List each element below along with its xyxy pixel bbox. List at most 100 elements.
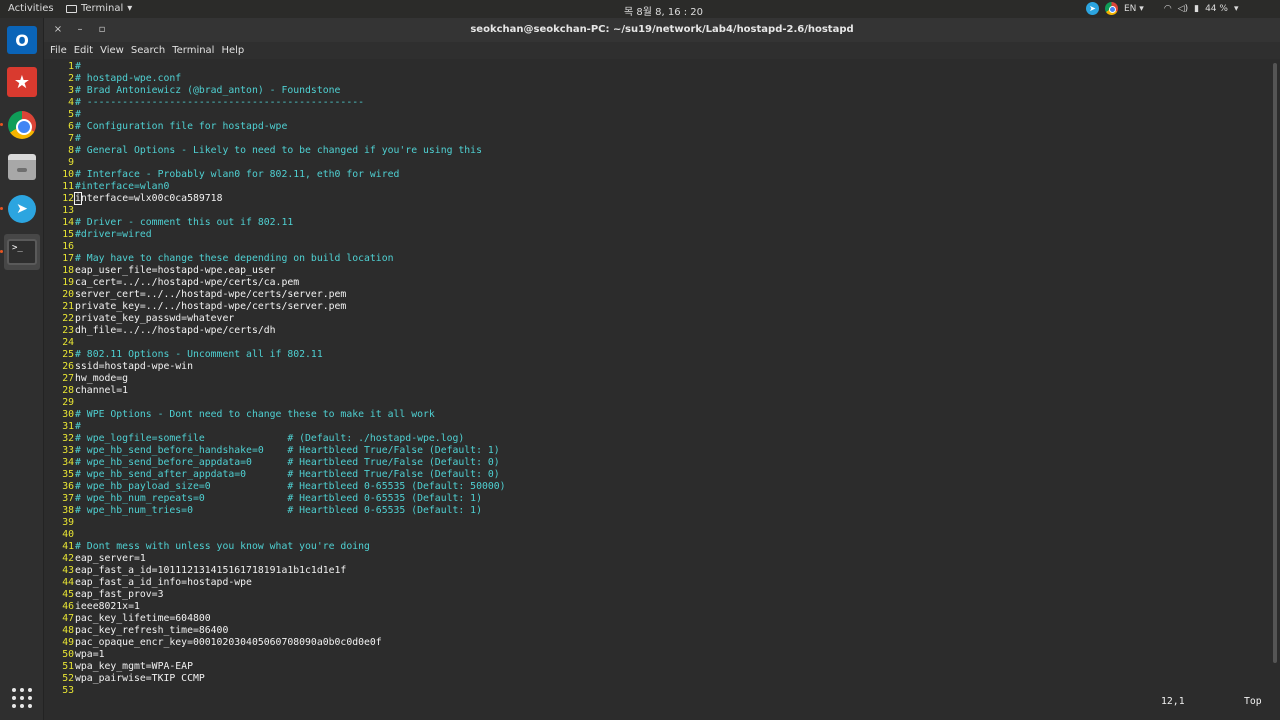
editor-line: 49pac_opaque_encr_key=000102030405060708… [52,637,506,649]
editor-line: 52wpa_pairwise=TKIP CCMP [52,673,506,685]
menu-view[interactable]: View [100,42,129,59]
telegram-tray-icon[interactable]: ➤ [1086,2,1099,15]
app-menu-label: Terminal [81,3,124,14]
comment-text: #driver=wired [75,229,152,240]
menu-file[interactable]: File [50,42,72,59]
config-text: dh_file=../../hostapd-wpe/certs/dh [75,325,276,336]
line-number: 3 [68,85,74,96]
wifi-icon[interactable]: ◠ [1164,4,1172,14]
line-number: 14 [62,217,74,228]
comment-text: # [75,61,81,72]
config-text: ieee8021x=1 [75,601,140,612]
menu-terminal[interactable]: Terminal [172,42,219,59]
line-number: 19 [62,277,74,288]
line-number: 27 [62,373,74,384]
show-applications-button[interactable] [4,680,40,716]
line-number: 34 [62,457,74,468]
comment-text: # WPE Options - Dont need to change thes… [75,409,435,420]
config-text: eap_fast_a_id=101112131415161718191a1b1c… [75,565,347,576]
line-number: 20 [62,289,74,300]
comment-text: # Driver - comment this out if 802.11 [75,217,294,228]
maximize-window-button[interactable]: ▫ [94,22,110,38]
scroll-position: Top [1244,696,1262,707]
menu-help[interactable]: Help [221,42,249,59]
activities-button[interactable]: Activities [8,3,54,14]
line-number: 15 [62,229,74,240]
language-label: EN [1124,3,1137,14]
battery-icon[interactable]: ▮ [1194,4,1199,14]
dock-item-chrome[interactable] [0,107,40,143]
app-menu[interactable]: Terminal ▾ [66,3,132,14]
power-menu-icon[interactable]: ▾ [1234,4,1239,14]
editor-line: 21private_key=../../hostapd-wpe/certs/se… [52,301,506,313]
editor-line: 24 [52,337,506,349]
editor-line: 37# wpe_hb_num_repeats=0 # Heartbleed 0-… [52,493,506,505]
comment-text: # [75,109,81,120]
language-indicator[interactable]: EN ▾ [1124,4,1144,14]
running-indicator [0,207,3,210]
line-number: 10 [62,169,74,180]
config-text: eap_server=1 [75,553,146,564]
config-text: eap_user_file=hostapd-wpe.eap_user [75,265,276,276]
minimize-window-button[interactable]: – [72,22,88,38]
chrome-tray-icon[interactable] [1105,2,1118,15]
dock-item-terminal[interactable]: >_ [0,234,40,270]
line-number: 33 [62,445,74,456]
chrome-icon [8,111,36,139]
battery-percent[interactable]: 44 % [1205,4,1228,14]
editor-line: 35# wpe_hb_send_after_appdata=0 # Heartb… [52,469,506,481]
editor-line: 40 [52,529,506,541]
system-tray: ➤ EN ▾ ◠ ◁) ▮ 44 % ▾ [1086,2,1238,15]
line-number: 29 [62,397,74,408]
dock-item-outlook[interactable]: O [4,22,40,58]
editor-line: 26ssid=hostapd-wpe-win [52,361,506,373]
terminal-scrollbar[interactable] [1273,63,1277,663]
editor-line: 8# General Options - Likely to need to b… [52,145,506,157]
config-text: pac_opaque_encr_key=00010203040506070809… [75,637,382,648]
line-number: 50 [62,649,74,660]
menu-search[interactable]: Search [131,42,170,59]
wunderlist-icon: ★ [7,67,37,97]
line-number: 32 [62,433,74,444]
volume-icon[interactable]: ◁) [1178,4,1188,14]
comment-text: # [75,133,81,144]
clock[interactable]: 목 8월 8, 16 : 20 [624,3,703,18]
comment-text: # wpe_hb_send_after_appdata=0 # Heartble… [75,469,500,480]
comment-text: # Brad Antoniewicz (@brad_anton) - Found… [75,85,341,96]
menu-edit[interactable]: Edit [74,42,98,59]
editor-line: 42eap_server=1 [52,553,506,565]
line-number: 53 [62,685,74,696]
line-number: 44 [62,577,74,588]
editor-line: 23dh_file=../../hostapd-wpe/certs/dh [52,325,506,337]
line-number: 12 [62,193,74,204]
running-indicator [0,250,3,253]
top-panel: Activities Terminal ▾ 목 8월 8, 16 : 20 ➤ … [0,0,1280,18]
line-number: 47 [62,613,74,624]
window-title: seokchan@seokchan-PC: ~/su19/network/Lab… [470,24,854,35]
editor-line: 11#interface=wlan0 [52,181,506,193]
editor-line: 2# hostapd-wpe.conf [52,73,506,85]
running-indicator [0,123,3,126]
close-window-button[interactable]: × [50,22,66,38]
line-number: 51 [62,661,74,672]
editor-lines: 1# 2# hostapd-wpe.conf 3# Brad Antoniewicz… [52,61,506,697]
editor-line: 33# wpe_hb_send_before_handshake=0 # Hea… [52,445,506,457]
telegram-icon: ➤ [8,195,36,223]
terminal-content[interactable]: 1# 2# hostapd-wpe.conf 3# Brad Antoniewicz… [44,59,1280,720]
editor-line: 51wpa_key_mgmt=WPA-EAP [52,661,506,673]
dock-item-telegram[interactable]: ➤ [0,191,40,227]
text-cursor: i [74,192,82,205]
editor-line: 31# [52,421,506,433]
editor-line: 32# wpe_logfile=somefile # (Default: ./h… [52,433,506,445]
editor-line: 43eap_fast_a_id=101112131415161718191a1b… [52,565,506,577]
editor-line: 10# Interface - Probably wlan0 for 802.1… [52,169,506,181]
show-apps-icon [12,688,32,708]
dock-item-files[interactable] [4,149,40,185]
comment-text: # 802.11 Options - Uncomment all if 802.… [75,349,323,360]
config-text: private_key_passwd=whatever [75,313,235,324]
editor-line: 28channel=1 [52,385,506,397]
comment-text: # Interface - Probably wlan0 for 802.11,… [75,169,400,180]
window-titlebar[interactable]: seokchan@seokchan-PC: ~/su19/network/Lab… [44,18,1280,42]
dock-item-wunderlist[interactable]: ★ [4,64,40,100]
comment-text: # Configuration file for hostapd-wpe [75,121,288,132]
